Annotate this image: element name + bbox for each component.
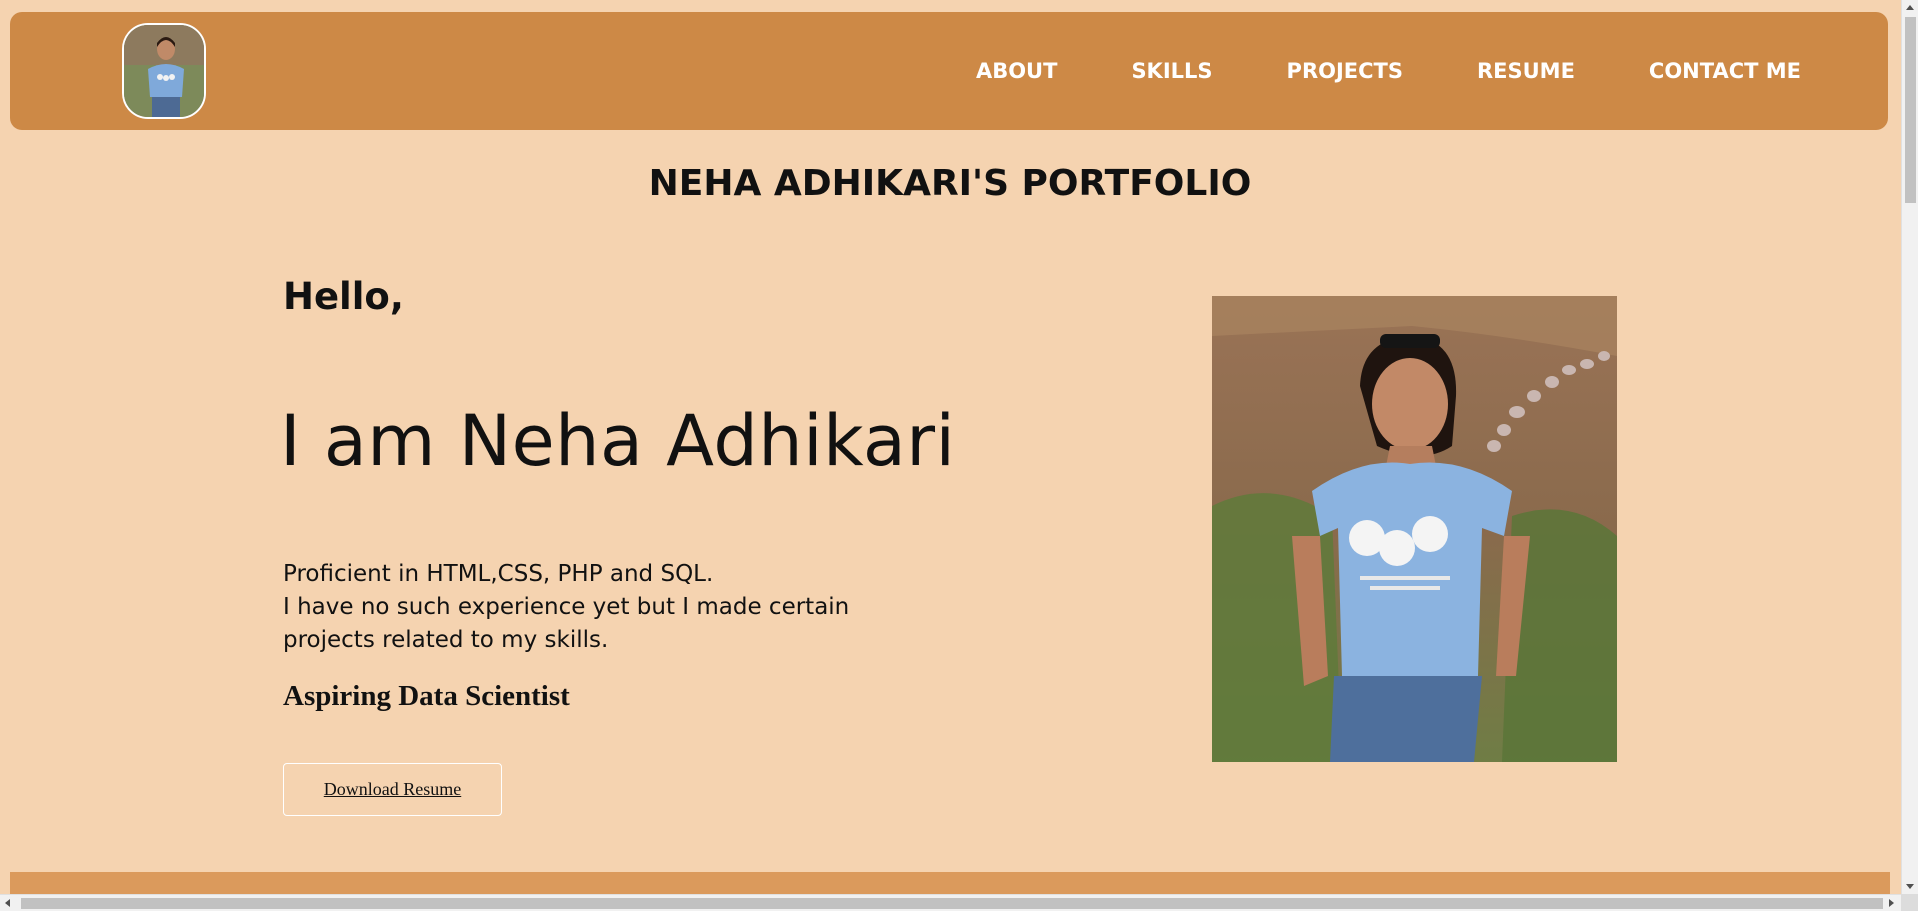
horizontal-scrollbar[interactable] [0, 894, 1918, 911]
profile-photo [1212, 296, 1617, 762]
download-resume-button[interactable]: Download Resume [283, 763, 502, 816]
scroll-up-icon[interactable] [1906, 5, 1914, 10]
nav-skills[interactable]: SKILLS [1131, 59, 1212, 83]
nav-resume[interactable]: RESUME [1477, 59, 1575, 83]
main-nav: ABOUT SKILLS PROJECTS RESUME CONTACT ME [976, 12, 1801, 130]
scrollbar-corner [1901, 894, 1918, 911]
footer-band [10, 872, 1890, 894]
skills-description: Proficient in HTML,CSS, PHP and SQL. I h… [283, 558, 883, 657]
scroll-right-icon[interactable] [1889, 899, 1894, 907]
greeting: Hello, [283, 275, 404, 318]
vertical-scroll-thumb[interactable] [1905, 17, 1916, 203]
portfolio-page: ABOUT SKILLS PROJECTS RESUME CONTACT ME … [0, 0, 1918, 911]
page-title: NEHA ADHIKARI'S PORTFOLIO [648, 163, 1252, 204]
site-header: ABOUT SKILLS PROJECTS RESUME CONTACT ME [10, 12, 1888, 130]
vertical-scrollbar[interactable] [1901, 0, 1918, 894]
description-line: projects related to my skills. [283, 627, 609, 653]
avatar[interactable] [122, 23, 206, 119]
scroll-left-icon[interactable] [5, 899, 10, 907]
nav-about[interactable]: ABOUT [976, 59, 1058, 83]
role-subtitle: Aspiring Data Scientist [283, 680, 570, 712]
horizontal-scroll-thumb[interactable] [21, 898, 1883, 909]
scroll-down-icon[interactable] [1906, 884, 1914, 889]
nav-contact-me[interactable]: CONTACT ME [1649, 59, 1801, 83]
portrait-photo-icon [1212, 296, 1617, 762]
nav-projects[interactable]: PROJECTS [1287, 59, 1403, 83]
intro-heading: I am Neha Adhikari [280, 400, 956, 482]
description-line: Proficient in HTML,CSS, PHP and SQL. [283, 561, 714, 587]
avatar-photo-icon [124, 25, 204, 117]
description-line: I have no such experience yet but I made… [283, 594, 850, 620]
